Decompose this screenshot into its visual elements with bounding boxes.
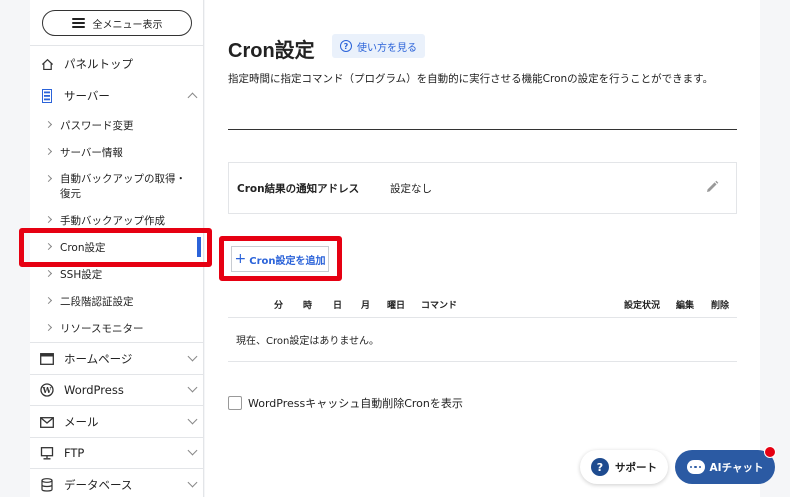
chevron-down-icon: [187, 382, 198, 393]
divider: [30, 342, 204, 343]
chevron-right-icon: [44, 174, 53, 183]
table-header: 分 時 日 月 曜日 コマンド 設定状況 編集 削除: [228, 296, 737, 318]
sidebar-item-label: サーバー: [64, 89, 110, 103]
ai-chat-label: AIチャット: [709, 461, 764, 474]
wp-cache-cron-toggle[interactable]: WordPressキャッシュ自動削除Cronを表示: [228, 395, 463, 411]
sidebar-item-wordpress[interactable]: W WordPress: [30, 381, 204, 399]
sidebar-item-label: ホームページ: [64, 352, 133, 366]
server-icon: [40, 89, 54, 103]
sidebar-subitem-label: リソースモニター: [60, 323, 144, 335]
chevron-down-icon: [187, 351, 198, 362]
column-header: 月: [361, 301, 371, 311]
notify-address-value: 設定なし: [390, 182, 432, 195]
sidebar-item-label: WordPress: [64, 383, 124, 397]
sidebar-subitem-label: パスワード変更: [60, 120, 134, 132]
sidebar-item-label: データベース: [64, 478, 133, 492]
chevron-right-icon: [44, 147, 53, 156]
notification-dot: [764, 446, 776, 458]
chevron-down-icon: [187, 477, 198, 488]
home-icon: [40, 57, 54, 71]
page-description: 指定時間に指定コマンド（プログラム）を自動的に実行させる機能Cronの設定を行う…: [228, 73, 714, 85]
sidebar-item-server[interactable]: サーバー: [30, 87, 204, 105]
sidebar-subitem-label: 二段階認証設定: [60, 296, 134, 308]
divider: [30, 45, 204, 46]
checkbox[interactable]: [228, 396, 242, 410]
sidebar-subitem-ssh[interactable]: SSH設定: [30, 267, 204, 282]
column-header: 曜日: [387, 301, 406, 311]
sidebar-item-database[interactable]: データベース: [30, 476, 204, 494]
column-header: 分: [274, 301, 284, 311]
sidebar-subitem-server-info[interactable]: サーバー情報: [30, 145, 204, 160]
chevron-right-icon: [44, 296, 53, 305]
highlight-box-add-button: [219, 236, 342, 281]
sidebar-subitem-password[interactable]: パスワード変更: [30, 118, 204, 133]
chevron-down-icon: [187, 445, 198, 456]
sidebar-item-label: パネルトップ: [64, 57, 133, 71]
notify-address-label: Cron結果の通知アドレス: [237, 182, 360, 195]
highlight-box-cron-nav: [19, 228, 212, 267]
sidebar-subitem-label: 自動バックアップの取得・復元: [60, 173, 186, 200]
chevron-right-icon: [44, 215, 53, 224]
chevron-right-icon: [44, 323, 53, 332]
question-icon: ?: [340, 40, 352, 52]
chevron-up-icon: [187, 92, 198, 103]
svg-text:W: W: [42, 385, 53, 395]
sidebar-subitem-auto-backup[interactable]: 自動バックアップの取得・復元: [30, 172, 204, 202]
sidebar-item-panel-top[interactable]: パネルトップ: [30, 55, 204, 73]
column-header: 編集: [676, 301, 695, 311]
column-header: 日: [333, 301, 343, 311]
sidebar-item-homepage[interactable]: ホームページ: [30, 350, 204, 368]
envelope-icon: [40, 415, 54, 429]
divider: [30, 405, 204, 406]
browser-window-icon: [40, 352, 54, 366]
divider: [228, 129, 737, 130]
column-header: 削除: [711, 301, 730, 311]
database-icon: [40, 478, 54, 492]
sidebar-item-ftp[interactable]: FTP: [30, 444, 204, 462]
sidebar-subitem-label: 手動バックアップ作成: [60, 215, 165, 227]
page-title: Cron設定: [228, 40, 315, 62]
sidebar-subitem-label: サーバー情報: [60, 147, 123, 159]
notify-address-row: Cron結果の通知アドレス 設定なし: [228, 162, 737, 214]
divider: [30, 437, 204, 438]
all-menu-button[interactable]: 全メニュー表示: [42, 10, 192, 36]
sidebar-subitem-2fa[interactable]: 二段階認証設定: [30, 294, 204, 309]
checkbox-label: WordPressキャッシュ自動削除Cronを表示: [248, 397, 463, 410]
sidebar-subitem-manual-backup[interactable]: 手動バックアップ作成: [30, 213, 204, 228]
chevron-right-icon: [44, 120, 53, 129]
all-menu-label: 全メニュー表示: [92, 19, 163, 31]
sidebar-item-mail[interactable]: メール: [30, 413, 204, 431]
howto-label: 使い方を見る: [357, 42, 417, 54]
howto-button[interactable]: ? 使い方を見る: [332, 34, 425, 58]
sidebar-item-label: FTP: [64, 446, 85, 460]
column-header: 時: [303, 301, 313, 311]
question-circle-icon: ?: [591, 458, 609, 476]
support-label: サポート: [615, 461, 657, 474]
support-button[interactable]: ? サポート: [580, 450, 668, 484]
column-header: コマンド: [421, 301, 458, 311]
table-empty-row: 現在、Cron設定はありません。: [228, 318, 737, 362]
hamburger-icon: [71, 18, 85, 28]
sidebar-subitem-label: SSH設定: [60, 269, 103, 281]
pencil-edit-icon[interactable]: [705, 180, 719, 194]
monitor-icon: [40, 446, 54, 460]
ai-chat-button[interactable]: AIチャット: [675, 450, 775, 484]
chevron-down-icon: [187, 414, 198, 425]
sidebar-subitem-resource-monitor[interactable]: リソースモニター: [30, 321, 204, 336]
column-header: 設定状況: [624, 301, 661, 311]
divider: [30, 468, 204, 469]
sidebar-item-label: メール: [64, 415, 99, 429]
wordpress-icon: W: [40, 383, 54, 397]
divider: [30, 374, 204, 375]
chat-bubble-icon: [686, 460, 705, 474]
chevron-right-icon: [44, 269, 53, 278]
